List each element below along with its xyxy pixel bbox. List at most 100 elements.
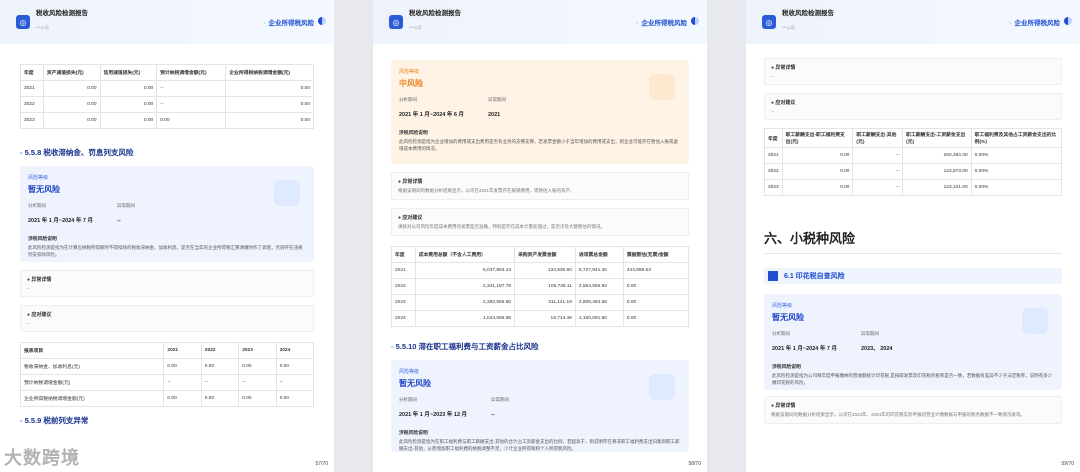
table-cell: 122,873.00	[902, 163, 972, 180]
table-row: 2023 2,392,566.60 311,141.18 2,806,484.56 0.…	[391, 294, 690, 311]
table-cell: 200,484.00	[902, 147, 972, 164]
table-header-cell: 成本费用总额（不含人工费用）	[414, 246, 516, 263]
welfare-table: 年度 职工薪酬支出-职工福利费支出(元) 职工薪酬支出-其他(元) 职工薪酬支出-工资…	[764, 128, 1063, 196]
table-cell: 0.00	[99, 96, 158, 113]
table-header-cell: 信用减值损失(元)	[99, 64, 158, 81]
section-tag: 企业所得税风险	[636, 17, 688, 27]
anomaly-details: 异常详情--	[764, 58, 1062, 85]
table-cell: --	[275, 374, 315, 391]
risk-card: 风险等级 中风险 分析期间 2021 年 1 月~2024 年 6 月异常期间 20…	[391, 60, 689, 164]
table-cell: 0.00	[42, 112, 101, 129]
table-cell: 2022	[764, 163, 783, 180]
table-header-cell: 职工薪酬支出-其他(元)	[852, 128, 904, 148]
company-name: ***公司	[36, 25, 49, 31]
report-title: 税收风险检测报告	[36, 9, 88, 17]
table-header-cell: 企业所得税纳税调增金额(元)	[225, 64, 314, 81]
anomaly-details: 异常详情--	[20, 270, 314, 297]
report-title: 税收风险检测报告	[409, 9, 461, 17]
table-cell: 0.00	[225, 80, 314, 97]
toggle-icon[interactable]	[318, 17, 326, 25]
report-page-59: ◎ 税收风险检测报告 ***公司 企业所得税风险 异常详情-- 应对建议-- 年度…	[746, 0, 1080, 472]
risk-card: 风险等级 暂无风险 分析期间 2021 年 1 月~2024 年 7 月异常期间 2…	[764, 294, 1062, 390]
table-row: 2021 6,037,994.13 134,536.80 5,727,941.40 44…	[391, 262, 690, 279]
table-cell: --	[156, 96, 227, 113]
table-cell: 0.00	[275, 390, 315, 407]
table-cell: 0.00	[42, 96, 101, 113]
table-cell: 2,806,484.56	[574, 294, 624, 311]
table-cell: --	[163, 374, 202, 391]
table-cell: 2023	[764, 179, 783, 196]
section-heading: 5.5.9 税前列支异常	[20, 415, 314, 426]
table-cell: 2022	[391, 278, 416, 295]
shield-icon	[649, 374, 675, 400]
risk-level: 暂无风险	[28, 185, 60, 194]
table-cell: 2,341,197.78	[414, 278, 516, 295]
table-header-cell: 2021	[163, 342, 202, 359]
table-row: 企业所得税纳税调增金额(元) 0.00 0.00 0.00 0.00	[19, 390, 315, 407]
table-cell: 2023	[391, 294, 416, 311]
table-header-cell: 2024	[275, 342, 315, 359]
table-header-cell: 进项票总金额	[574, 246, 624, 263]
table-cell: 5,727,941.40	[574, 262, 624, 279]
table-cell: 0.00	[163, 390, 202, 407]
table-cell: 税收滞纳金、加收利息(元)	[19, 358, 165, 375]
table-cell: 134,536.80	[514, 262, 576, 279]
table-cell: 2022	[20, 96, 44, 113]
table-cell: 444,699.53	[622, 262, 690, 279]
anomaly-details: 异常详情根据该期间的数据分析结果显示，公司在2023年、2024年的印花税实际申…	[764, 396, 1062, 424]
penalty-table: 报表项目 2021 2022 2023 2024 税收滞纳金、加收利息(元) 0.00 0.…	[19, 342, 315, 407]
table-cell: 0.00	[200, 358, 240, 375]
table-cell: 0.00	[42, 80, 101, 97]
subsection-heading: 6.1 印花税自查风险	[764, 268, 1062, 284]
report-logo-icon: ◎	[762, 15, 776, 29]
table-row: 2022 2,341,197.78 106,728.11 2,554,556.92 0.…	[391, 278, 690, 295]
table-cell: 6,037,994.13	[414, 262, 516, 279]
suggestions: 应对建议--	[20, 305, 314, 332]
risk-card: 风险等级 暂无风险 分析期间 2021 年 1 月~2024 年 7 月异常期间 -…	[20, 166, 314, 262]
table-cell: 0.00	[622, 294, 690, 311]
report-title: 税收风险检测报告	[782, 9, 834, 17]
risk-card: 风险等级 暂无风险 分析期间 2021 年 1 月~2023 年 12 月异常期间…	[391, 360, 689, 452]
page-header: ◎ 税收风险检测报告 ***公司 企业所得税风险	[746, 0, 1080, 44]
toggle-icon[interactable]	[691, 17, 699, 25]
table-cell: 0.00	[225, 96, 314, 113]
table-cell: 19,714.46	[514, 310, 576, 327]
table-cell: --	[852, 147, 904, 164]
table-row: 2023 0.00 -- 123,121.00 0.00%	[764, 179, 1063, 196]
section-tag: 企业所得税风险	[263, 17, 315, 27]
table-cell: 123,121.00	[902, 179, 972, 196]
table-cell: 0.00	[781, 147, 854, 164]
table-cell: 2021	[764, 147, 783, 164]
table-row: 2021 0.00 -- 200,484.00 0.00%	[764, 147, 1063, 164]
table-cell: 2021	[20, 80, 44, 97]
table-cell: 0.00	[275, 358, 315, 375]
table-header-cell: 票据暂估(无票)金额	[622, 246, 690, 263]
cost-invoice-table: 年度 成本费用总额（不含人工费用） 采购资产发票金额 进项票总金额 票据暂估(无票)金额…	[391, 246, 690, 327]
table-header-cell: 采购资产发票金额	[514, 246, 576, 263]
shield-icon	[1022, 308, 1048, 334]
table-cell: 106,728.11	[514, 278, 576, 295]
section-tag: 企业所得税风险	[1009, 17, 1061, 27]
risk-level: 暂无风险	[772, 313, 804, 322]
table-header-cell: 资产减值损失(元)	[42, 64, 101, 81]
table-cell: 2024	[391, 310, 416, 327]
company-name: ***公司	[782, 25, 795, 31]
table-header-cell: 年度	[391, 246, 416, 263]
table-cell: 1,150,091.60	[574, 310, 624, 327]
table-cell: 0.00	[99, 112, 158, 129]
shield-icon	[649, 74, 675, 100]
table-header-cell: 年度	[20, 64, 44, 81]
toggle-icon[interactable]	[1064, 17, 1072, 25]
table-cell: --	[238, 374, 277, 391]
page-header: ◎ 税收风险检测报告 ***公司 企业所得税风险	[0, 0, 334, 44]
section-heading: 5.5.8 税收滞纳金、罚息列支风险	[20, 147, 314, 158]
shield-icon	[274, 180, 300, 206]
risk-level: 中风险	[399, 79, 423, 88]
report-page-57: ◎ 税收风险检测报告 ***公司 企业所得税风险 年度资产减值损失(元)信用减值损…	[0, 0, 334, 472]
anomaly-details: 异常详情根据该期间的数据分析结果显示，公司在2021年发票存在报销费用，或暂估入…	[391, 172, 689, 200]
page-number: 59/70	[1061, 461, 1074, 467]
page-header: ◎ 税收风险检测报告 ***公司 企业所得税风险	[373, 0, 707, 44]
table-row: 2022 0.00 0.00 -- 0.00	[20, 96, 314, 113]
suggestions: 应对建议请核对公司风险年度成本费用的发票是否准确，特别是存在成本计量处理过，是否…	[391, 208, 689, 236]
impairment-table: 年度 资产减值损失(元) 信用减值损失(元) 预计纳税调增金额(元) 企业所得税纳税调增…	[20, 64, 314, 129]
